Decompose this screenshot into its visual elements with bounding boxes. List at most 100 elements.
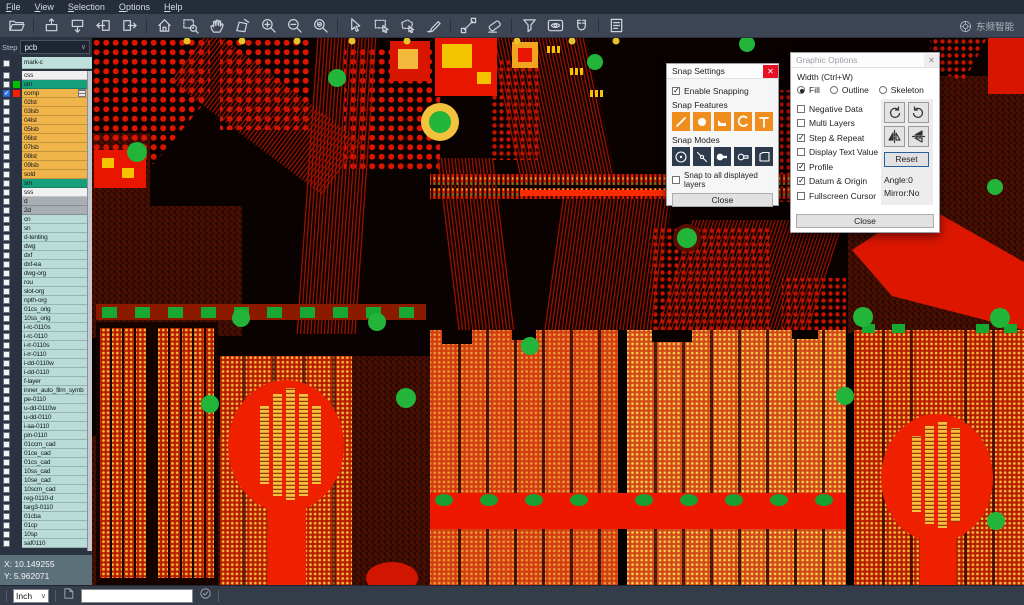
rotate-ccw-button[interactable] <box>908 102 929 123</box>
layer-name[interactable]: 09lsb <box>22 161 92 170</box>
layer-name[interactable]: pe-0110 <box>22 395 92 404</box>
layer-visibility-checkbox[interactable] <box>3 216 10 223</box>
layer-visibility-checkbox[interactable] <box>3 531 10 538</box>
layer-name[interactable]: 10ss_cad <box>22 467 92 476</box>
command-input[interactable] <box>81 589 193 603</box>
snap-pad-fill-button[interactable] <box>714 147 732 166</box>
layer-visibility-checkbox[interactable] <box>3 279 10 286</box>
box-arrow-right-button[interactable] <box>117 16 141 36</box>
layer-row-i-rc-0110[interactable]: i-rc-0110 <box>0 332 92 341</box>
close-icon[interactable]: ✕ <box>763 65 778 78</box>
layer-name[interactable]: i-rr-0110 <box>22 350 92 359</box>
layer-visibility-checkbox[interactable] <box>3 387 10 394</box>
layer-row-cn[interactable]: cn <box>0 215 92 224</box>
layer-row-npth-org[interactable]: npth-org <box>0 296 92 305</box>
measure-distance-button[interactable] <box>456 16 480 36</box>
layer-name[interactable]: i-aa-0110 <box>22 422 92 431</box>
layer-row-i-dd-0110w[interactable]: i-dd-0110w <box>0 359 92 368</box>
new-page-icon[interactable] <box>62 587 75 605</box>
layer-row-10ss_orig[interactable]: 10ss_orig <box>0 314 92 323</box>
snap-all-layers-checkbox[interactable] <box>672 176 680 184</box>
layer-visibility-checkbox[interactable] <box>3 234 10 241</box>
layer-row-i-rr-0110s[interactable]: i-rr-0110s <box>0 341 92 350</box>
layer-row-i-aa-0110[interactable]: i-aa-0110 <box>0 422 92 431</box>
layer-row-i-rc-0110s[interactable]: i-rc-0110s <box>0 323 92 332</box>
layer-row-2d[interactable]: 2d <box>0 206 92 215</box>
menu-item-file[interactable]: File <box>6 0 21 14</box>
mirror-horizontal-button[interactable] <box>884 126 905 147</box>
menu-item-view[interactable]: View <box>35 0 54 14</box>
layer-visibility-checkbox[interactable] <box>3 540 10 547</box>
checkbox-negative-data[interactable] <box>797 105 805 113</box>
layer-row-01cp[interactable]: 01cp <box>0 521 92 530</box>
layer-visibility-checkbox[interactable] <box>3 468 10 475</box>
graphic-options-titlebar[interactable]: Graphic Options ✕ <box>791 53 939 68</box>
layer-visibility-checkbox[interactable] <box>3 423 10 430</box>
option-row-fullscreen-cursor[interactable]: Fullscreen Cursor <box>797 191 879 201</box>
layer-visibility-checkbox[interactable] <box>3 135 10 142</box>
layer-visibility-checkbox[interactable] <box>3 117 10 124</box>
layer-name[interactable]: 01ccm_cad <box>22 440 92 449</box>
layer-visibility-checkbox[interactable] <box>3 522 10 529</box>
layer-row-10ss_cad[interactable]: 10ss_cad <box>0 467 92 476</box>
layer-name[interactable]: 10scm_cad <box>22 485 92 494</box>
layer-row-03lsb[interactable]: 03lsb <box>0 107 92 116</box>
import-down-button[interactable] <box>65 16 89 36</box>
layer-row-dxf[interactable]: dxf <box>0 251 92 260</box>
layer-row-sss[interactable]: sss <box>0 188 92 197</box>
layer-visibility-checkbox[interactable] <box>3 90 10 97</box>
checkbox-profile[interactable] <box>797 163 805 171</box>
option-row-datum-origin[interactable]: Datum & Origin <box>797 176 879 186</box>
layer-row-css[interactable]: css <box>0 71 92 80</box>
layer-visibility-checkbox[interactable] <box>3 396 10 403</box>
layer-visibility-checkbox[interactable] <box>3 126 10 133</box>
layer-name[interactable]: 01cs_orig <box>22 305 92 314</box>
layer-visibility-checkbox[interactable] <box>3 324 10 331</box>
layer-visibility-checkbox[interactable] <box>3 108 10 115</box>
snap-center-button[interactable] <box>672 147 690 166</box>
layer-name[interactable]: cm <box>22 80 92 89</box>
layer-row-dxf-ea[interactable]: dxf-ea <box>0 260 92 269</box>
layer-name[interactable]: 10se_cad <box>22 476 92 485</box>
layer-name[interactable]: comp <box>22 89 92 98</box>
layer-name[interactable]: i-rr-0110s <box>22 341 92 350</box>
close-icon[interactable]: ✕ <box>924 54 939 67</box>
layer-row-dwg[interactable]: dwg <box>0 242 92 251</box>
layer-row-i-dd-0110[interactable]: i-dd-0110 <box>0 368 92 377</box>
select-rect-button[interactable] <box>369 16 393 36</box>
layer-name[interactable]: d <box>22 197 92 206</box>
layer-name[interactable]: 06lst <box>22 134 92 143</box>
layer-visibility-checkbox[interactable] <box>3 351 10 358</box>
checkbox-display-text-value[interactable] <box>797 148 805 156</box>
layer-visibility-checkbox[interactable] <box>3 504 10 511</box>
layer-name[interactable]: 01ce_cad <box>22 449 92 458</box>
layer-row-saf0110[interactable]: saf0110 <box>0 539 92 548</box>
layer-visibility-checkbox[interactable] <box>3 486 10 493</box>
polygon-measure-button[interactable] <box>230 16 254 36</box>
option-row-step-repeat[interactable]: Step & Repeat <box>797 133 879 143</box>
layer-name[interactable]: 2d <box>22 206 92 215</box>
layer-name[interactable]: dwg <box>22 242 92 251</box>
zoom-in-button[interactable] <box>256 16 280 36</box>
layer-row-comp[interactable]: comp <box>0 89 92 98</box>
layer-name[interactable]: inner_auto_film_symb <box>22 386 92 395</box>
layer-visibility-checkbox[interactable] <box>3 513 10 520</box>
layer-row-01cs_cad[interactable]: 01cs_cad <box>0 458 92 467</box>
layer-name[interactable]: 01cba <box>22 512 92 521</box>
layer-visibility-checkbox[interactable] <box>3 81 10 88</box>
option-row-multi-layers[interactable]: Multi Layers <box>797 118 879 128</box>
layer-name[interactable]: i-rc-0110s <box>22 323 92 332</box>
layer-row-04lst[interactable]: 04lst <box>0 116 92 125</box>
layer-name[interactable]: npth-org <box>22 296 92 305</box>
menu-item-options[interactable]: Options <box>119 0 150 14</box>
layer-row-sm[interactable]: sm <box>0 179 92 188</box>
select-arrow-button[interactable] <box>343 16 367 36</box>
enable-snapping-checkbox-row[interactable]: Enable Snapping <box>672 86 773 96</box>
option-row-profile[interactable]: Profile <box>797 162 879 172</box>
snap-contour-button[interactable] <box>755 147 773 166</box>
snap-settings-titlebar[interactable]: Snap Settings ✕ <box>667 64 778 79</box>
layer-name[interactable]: slot-org <box>22 287 92 296</box>
layer-visibility-checkbox[interactable] <box>3 378 10 385</box>
layer-row-10se_cad[interactable]: 10se_cad <box>0 476 92 485</box>
checkbox-multi-layers[interactable] <box>797 119 805 127</box>
